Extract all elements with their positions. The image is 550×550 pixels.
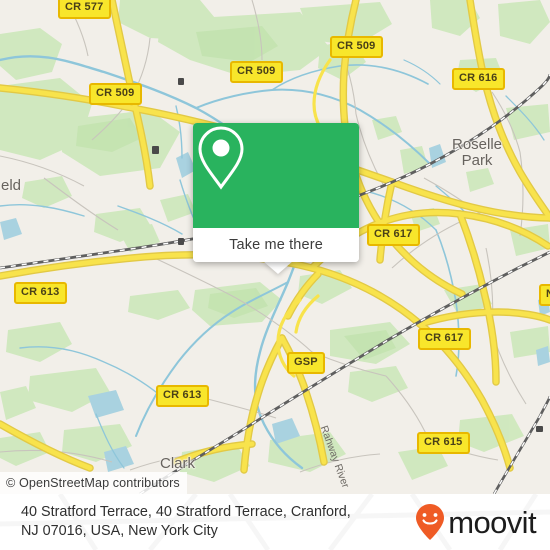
road-shield: CR 617 — [418, 328, 471, 350]
road-shield: CR 509 — [230, 61, 283, 83]
address-line-2: NJ 07016, USA, New York City — [21, 523, 218, 539]
road-shield: CR 613 — [156, 385, 209, 407]
location-popup-card[interactable]: Take me there — [193, 123, 359, 262]
footer-bar: 40 Stratford Terrace, 40 Stratford Terra… — [0, 494, 550, 550]
road-shield: CR 577 — [58, 0, 111, 19]
place-label-roselle-park: Roselle Park — [452, 136, 503, 169]
moovit-wordmark: moovit — [448, 504, 536, 540]
place-label-westfield-partial: eld — [1, 177, 22, 194]
road-shield: CR 509 — [89, 83, 142, 105]
moovit-pin-icon — [416, 504, 445, 540]
map-pin-icon — [198, 126, 244, 190]
moovit-logo[interactable]: moovit — [415, 503, 537, 541]
road-shield: NJ — [539, 284, 550, 306]
road-shield: CR 616 — [452, 68, 505, 90]
road-shield: CR 613 — [14, 282, 67, 304]
address-text: 40 Stratford Terrace, 40 Stratford Terra… — [21, 503, 351, 541]
osm-attribution[interactable]: © OpenStreetMap contributors — [0, 472, 187, 494]
road-shield: CR 615 — [417, 432, 470, 454]
screenshot-root: CR 577 CR 509 CR 509 CR 616 CR 509 CR 61… — [0, 0, 550, 550]
take-me-there-label: Take me there — [229, 237, 323, 253]
place-label-clark: Clark — [160, 455, 196, 472]
popup-icon-area — [193, 123, 359, 228]
popup-pointer-tail — [263, 261, 293, 274]
road-shield: CR 617 — [367, 224, 420, 246]
road-shield: CR 509 — [330, 36, 383, 58]
popup-action-area[interactable]: Take me there — [193, 228, 359, 262]
address-line-1: 40 Stratford Terrace, 40 Stratford Terra… — [21, 504, 351, 520]
road-shield: GSP — [287, 352, 325, 374]
map-canvas[interactable]: CR 577 CR 509 CR 509 CR 616 CR 509 CR 61… — [0, 0, 550, 494]
